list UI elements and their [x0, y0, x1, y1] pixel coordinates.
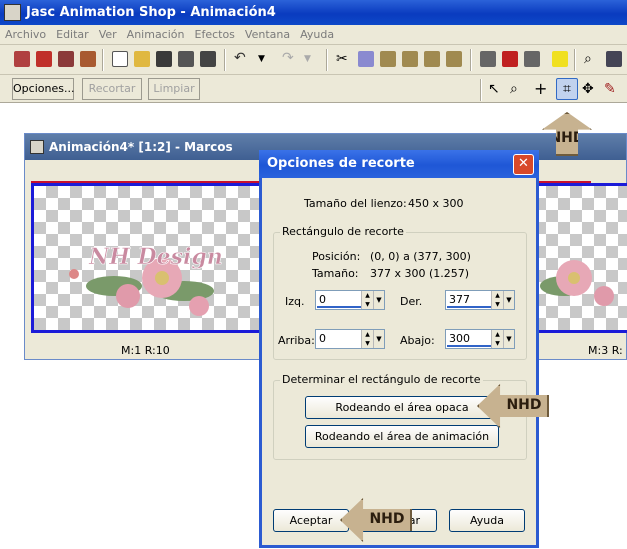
save-as-icon[interactable] [178, 51, 194, 67]
size-label: Tamaño: [312, 267, 359, 280]
app-title-bar: Jasc Animation Shop - Animación4 [0, 0, 627, 25]
crop-tool-icon[interactable]: ⌗ [556, 78, 578, 100]
spin-arrows-icon[interactable]: ▲ ▼ [361, 291, 373, 309]
redo-icon[interactable]: ↷ [282, 51, 298, 67]
insert-frame-icon[interactable] [480, 51, 496, 67]
frame-1-label: M:1 R:10 [121, 344, 170, 357]
dropdown-icon[interactable]: ▼ [373, 291, 384, 309]
menu-editar[interactable]: Editar [51, 25, 94, 44]
menu-bar: Archivo Editar Ver Animación Efectos Ventana A… [0, 25, 627, 45]
clear-button[interactable]: Limpiar [148, 78, 200, 100]
frame-properties-icon[interactable] [524, 51, 540, 67]
bottom-label: Abajo: [400, 334, 435, 347]
crop-rectangle-title: Rectángulo de recorte [280, 225, 406, 238]
dialog-title-bar: Opciones de recorte [259, 150, 539, 178]
bottom-value[interactable]: 300 [449, 332, 470, 345]
left-label: Izq. [285, 295, 305, 308]
determine-rectangle-title: Determinar el rectángulo de recorte [280, 373, 483, 386]
determine-rectangle-group: Determinar el rectángulo de recorte Rode… [273, 373, 527, 460]
canvas-size-label: Tamaño del lienzo: [304, 197, 407, 210]
mover-tool-icon[interactable]: + [534, 81, 550, 97]
paste-new-icon[interactable] [402, 51, 418, 67]
zoom-tool-icon[interactable]: ⌕ [510, 81, 526, 97]
paste-before-icon[interactable] [424, 51, 440, 67]
paste-icon[interactable] [380, 51, 396, 67]
right-label: Der. [400, 295, 423, 308]
zoom-icon[interactable]: ⌕ [584, 51, 600, 67]
main-toolbar: ↶ ▼ ↷ ▼ ✂ ⌕ [0, 45, 627, 75]
top-value[interactable]: 0 [319, 332, 326, 345]
print-icon[interactable] [200, 51, 216, 67]
dropdown-icon[interactable]: ▼ [373, 330, 384, 348]
dialog-title: Opciones de recorte [267, 156, 415, 171]
redo-dropdown-icon[interactable]: ▼ [304, 51, 320, 67]
open-icon[interactable] [134, 51, 150, 67]
tool-options-toolbar: Opciones... Recortar Limpiar ↖ ⌕ + ⌗ ✥ ✎ [0, 75, 627, 103]
frame-3-label: M:3 R: [588, 344, 623, 357]
menu-ayuda[interactable]: Ayuda [295, 25, 339, 44]
menu-efectos[interactable]: Efectos [190, 25, 240, 44]
spin-arrows-icon[interactable]: ▲ ▼ [491, 291, 503, 309]
menu-archivo[interactable]: Archivo [0, 25, 51, 44]
accept-button[interactable]: Aceptar [273, 509, 349, 532]
animation-window-icon [30, 140, 44, 154]
around-animation-button[interactable]: Rodeando el área de animación [305, 425, 499, 448]
view-icon[interactable] [606, 51, 622, 67]
menu-ventana[interactable]: Ventana [240, 25, 295, 44]
delete-frame-icon[interactable] [502, 51, 518, 67]
new-icon[interactable] [112, 51, 128, 67]
right-spinner[interactable]: 377 ▲ ▼ ▼ [445, 290, 515, 310]
help-button[interactable]: Ayuda [449, 509, 525, 532]
left-spinner[interactable]: 0 ▲ ▼ ▼ [315, 290, 385, 310]
around-opaque-button[interactable]: Rodeando el área opaca [305, 396, 499, 419]
top-spinner[interactable]: 0 ▲ ▼ ▼ [315, 329, 385, 349]
close-icon[interactable]: ✕ [513, 154, 534, 175]
menu-ver[interactable]: Ver [94, 25, 122, 44]
top-label: Arriba: [278, 334, 315, 347]
banner-icon[interactable] [36, 51, 52, 67]
move-tool-icon[interactable]: ✥ [582, 81, 598, 97]
transition-icon[interactable] [58, 51, 74, 67]
crop-button[interactable]: Recortar [82, 78, 142, 100]
dropdown-icon[interactable]: ▼ [503, 330, 514, 348]
position-label: Posición: [312, 250, 361, 263]
left-value[interactable]: 0 [319, 293, 326, 306]
undo-icon[interactable]: ↶ [234, 51, 250, 67]
position-value: (0, 0) a (377, 300) [370, 250, 471, 263]
undo-dropdown-icon[interactable]: ▼ [258, 51, 274, 67]
frame-1[interactable]: NH Design [31, 183, 271, 333]
spin-arrows-icon[interactable]: ▲ ▼ [361, 330, 373, 348]
dropdown-icon[interactable]: ▼ [503, 291, 514, 309]
copy-icon[interactable] [358, 51, 374, 67]
nhd-text-1: NHD [506, 397, 542, 413]
optimize-icon[interactable] [80, 51, 96, 67]
right-value[interactable]: 377 [449, 293, 470, 306]
canvas-size-value: 450 x 300 [408, 197, 464, 210]
app-title: Jasc Animation Shop - Animación4 [26, 5, 276, 20]
flower-image-2 [540, 260, 614, 306]
frame-3[interactable] [531, 183, 627, 333]
lightbulb-icon[interactable] [552, 51, 568, 67]
crop-rectangle-group: Rectángulo de recorte Posición: (0, 0) a… [273, 225, 527, 360]
arrow-tool-icon[interactable]: ↖ [488, 81, 504, 97]
nhd-text-2: NHD [369, 511, 405, 527]
spin-arrows-icon[interactable]: ▲ ▼ [491, 330, 503, 348]
bottom-spinner[interactable]: 300 ▲ ▼ ▼ [445, 329, 515, 349]
size-value: 377 x 300 (1.257) [370, 267, 470, 280]
cut-icon[interactable]: ✂ [336, 51, 352, 67]
paste-after-icon[interactable] [446, 51, 462, 67]
design-text: NH Design [88, 244, 223, 270]
app-icon [4, 4, 21, 21]
crop-options-dialog: Opciones de recorte ✕ Tamaño del lienzo:… [259, 150, 539, 548]
wizard-icon[interactable] [14, 51, 30, 67]
dropper-tool-icon[interactable]: ✎ [604, 81, 620, 97]
options-button[interactable]: Opciones... [12, 78, 74, 100]
save-icon[interactable] [156, 51, 172, 67]
flower-image: NH Design [69, 244, 223, 316]
menu-animacion[interactable]: Animación [122, 25, 190, 44]
